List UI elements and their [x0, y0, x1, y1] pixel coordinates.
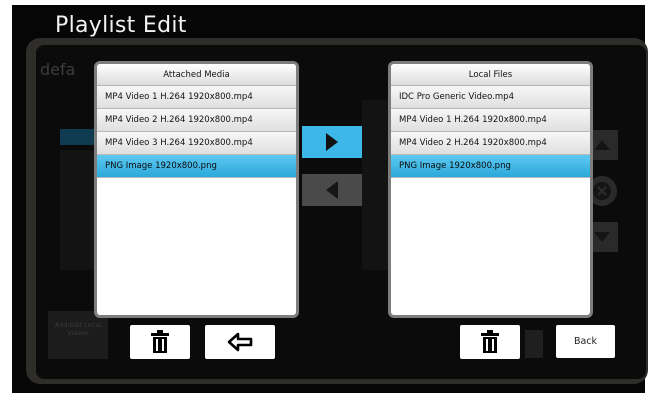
play-left-icon	[326, 181, 338, 199]
background-add-edit-button: Add/Edit Local Videos	[48, 311, 108, 359]
trash-icon	[481, 330, 499, 353]
list-item[interactable]: MP4 Video 2 H.264 1920x800.mp4	[97, 109, 296, 132]
remove-from-attached-button[interactable]	[302, 174, 362, 206]
add-to-attached-button[interactable]	[302, 126, 362, 158]
attached-media-list: Attached Media MP4 Video 1 H.264 1920x80…	[97, 64, 296, 315]
back-button[interactable]: Back	[556, 325, 615, 358]
undo-button[interactable]	[205, 325, 275, 359]
page-title: Playlist Edit	[55, 13, 187, 38]
list-item[interactable]: MP4 Video 3 H.264 1920x800.mp4	[97, 132, 296, 155]
delete-attached-button[interactable]	[130, 325, 190, 359]
list-item[interactable]: MP4 Video 1 H.264 1920x800.mp4	[97, 86, 296, 109]
background-button	[525, 330, 543, 358]
background-playlist-name: defa	[40, 60, 76, 79]
triangle-up-icon	[594, 140, 610, 150]
background-add-edit-label: Add/Edit Local Videos	[54, 321, 102, 337]
attached-media-header: Attached Media	[97, 64, 296, 86]
delete-local-button[interactable]	[460, 325, 520, 359]
trash-icon	[151, 330, 169, 353]
triangle-down-icon	[594, 232, 610, 242]
list-item[interactable]: MP4 Video 2 H.264 1920x800.mp4	[391, 132, 590, 155]
local-files-header: Local Files	[391, 64, 590, 86]
local-files-panel: Local Files IDC Pro Generic Video.mp4 MP…	[388, 61, 593, 318]
attached-media-panel: Attached Media MP4 Video 1 H.264 1920x80…	[94, 61, 299, 318]
local-files-list: Local Files IDC Pro Generic Video.mp4 MP…	[391, 64, 590, 315]
list-item[interactable]: IDC Pro Generic Video.mp4	[391, 86, 590, 109]
close-circle-icon	[593, 182, 611, 200]
background-selected-row	[60, 129, 96, 145]
list-item[interactable]: MP4 Video 1 H.264 1920x800.mp4	[391, 109, 590, 132]
play-right-icon	[326, 133, 338, 151]
undo-arrow-icon	[227, 332, 253, 352]
list-item-selected[interactable]: PNG Image 1920x800.png	[97, 155, 296, 178]
background-list	[60, 150, 96, 270]
list-item-selected[interactable]: PNG Image 1920x800.png	[391, 155, 590, 178]
